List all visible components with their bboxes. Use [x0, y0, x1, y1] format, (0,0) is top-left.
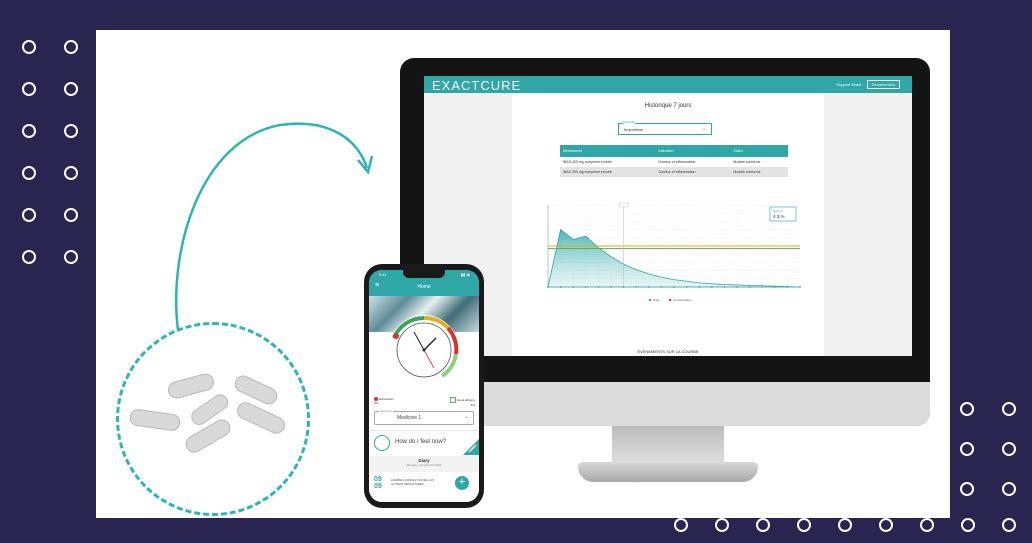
x-tick-mark [685, 286, 688, 288]
legend-dose-icon [648, 298, 652, 302]
status-icons: ▮▮ ◉ [460, 272, 470, 277]
threshold-badge-label: Seuil 1 [773, 209, 783, 213]
chevron-down-icon: ⌄ [463, 414, 469, 420]
x-tick-mark [736, 286, 738, 288]
legend-value: 5% [374, 401, 379, 406]
molecule-select-label: Molécule [623, 120, 636, 124]
x-tick-mark [572, 286, 575, 288]
molecule-select-value: Ibuprofène [624, 127, 644, 132]
person-icon [374, 435, 390, 451]
chevron-down-icon: ⌄ [701, 125, 707, 132]
x-tick-mark [547, 286, 549, 288]
x-tick-mark [635, 286, 638, 288]
x-tick-mark [748, 286, 751, 288]
add-entry-button[interactable]: + [455, 476, 469, 490]
events-label: ÉVÉNEMENTS SUR LA COURBE [637, 349, 699, 354]
phone-screen: 9:41 ▮▮ ◉ ≡ Home Exhaustion 5% Good effi… [369, 270, 479, 502]
monitor-base [578, 462, 758, 482]
x-tick-mark [584, 286, 587, 288]
entry-date: 09 09 [374, 476, 382, 490]
support-link[interactable]: Support Exact [836, 82, 861, 87]
app-header: EXACTCURE Support Exact Déconnexion [424, 76, 912, 93]
medicine-select[interactable]: Medicine Medicine 1 ⌄ [374, 409, 474, 425]
x-tick-mark [559, 286, 562, 288]
x-tick-mark [647, 286, 650, 288]
x-tick-mark [723, 286, 726, 288]
exactcure-logo: EXACTCURE [432, 78, 522, 93]
diary-title: Diary [418, 458, 430, 463]
column-header: Statut [730, 145, 788, 157]
marker-box [619, 202, 628, 208]
x-tick-mark [660, 286, 663, 288]
diary-date: Monday, January 09 2023 [406, 463, 442, 467]
entry-text: LAMPADA CONSULT 40 DEL LAS ULTIMAS DIFIC… [391, 478, 434, 486]
x-tick-mark [761, 286, 764, 288]
pills-image [129, 373, 285, 453]
legend-concentration-icon [668, 298, 672, 302]
table-cell: IBAS 200 mg comprimé enrobé [560, 167, 656, 177]
monitor-screen: EXACTCURE Support Exact Déconnexion Hist… [424, 76, 912, 356]
medicine-select-value: Medicine 1 [397, 415, 422, 421]
medication-table: Médicament Indication Statut IBAS 400 mg… [560, 145, 788, 177]
x-tick-mark [597, 286, 600, 288]
logout-button[interactable]: Déconnexion [866, 80, 900, 89]
table-cell: Douleur et inflammation [655, 157, 731, 167]
x-tick-mark [610, 286, 612, 288]
page-title: Historique 7 jours [644, 103, 692, 109]
column-header: Indication [655, 145, 731, 157]
entry-day: 09 [374, 476, 382, 483]
feel-now-text: How do I feel now? [395, 439, 447, 445]
monitor-stand [612, 426, 724, 466]
legend-exhaustion: Exhaustion 5% [374, 397, 394, 405]
table-cell: Douleur et inflammation [655, 167, 731, 177]
efficacy-clock [389, 315, 459, 385]
medicine-select-label: Medicine [379, 409, 394, 413]
legend-label: Exhaustion [379, 397, 394, 401]
entry-month: 09 [374, 483, 382, 490]
status-time: 9:41 [379, 272, 387, 277]
green-box-icon [449, 397, 456, 403]
x-tick-mark [673, 286, 675, 288]
feel-now-card[interactable]: How do I feel now? [369, 430, 479, 455]
x-tick-mark [622, 286, 625, 288]
molecule-select[interactable]: Molécule Ibuprofène ⌄ [618, 120, 712, 135]
table-row[interactable]: IBAS 200 mg comprimé enrobé Douleur et i… [560, 167, 788, 177]
edit-icon[interactable] [463, 439, 479, 455]
column-header: Médicament [560, 145, 656, 157]
concentration-chart: Seuil 14.3 % Prise Concentration [547, 202, 801, 302]
threshold-badge-value: 4.3 % [773, 214, 785, 219]
x-tick-mark [698, 286, 701, 288]
x-tick-mark [799, 286, 801, 288]
phone-title: Home [417, 284, 431, 290]
x-tick-mark [710, 286, 713, 288]
legend-efficacy: Good efficacy 5% [449, 397, 475, 407]
diary-entry[interactable]: 09 09 LAMPADA CONSULT 40 DEL LAS ULTIMAS… [369, 472, 479, 502]
table-cell: Modèle conforme [730, 167, 788, 177]
diary-header: Diary Monday, January 09 2023 [369, 456, 479, 472]
x-tick-mark [786, 286, 789, 288]
x-tick-mark [773, 286, 776, 288]
legend-label: Good efficacy [456, 397, 475, 402]
table-row[interactable]: IBAS 400 mg comprimé enrobé Douleur et i… [560, 157, 788, 167]
table-cell: Modèle conforme [730, 157, 788, 167]
history-panel: Historique 7 jours Molécule Ibuprofène ⌄… [512, 93, 824, 356]
phone-notch [403, 270, 445, 278]
legend-concentration-label: Concentration [673, 298, 692, 302]
table-cell: IBAS 400 mg comprimé enrobé [560, 157, 656, 167]
legend-value: 5% [470, 403, 475, 407]
legend-dose-label: Prise [653, 298, 660, 302]
